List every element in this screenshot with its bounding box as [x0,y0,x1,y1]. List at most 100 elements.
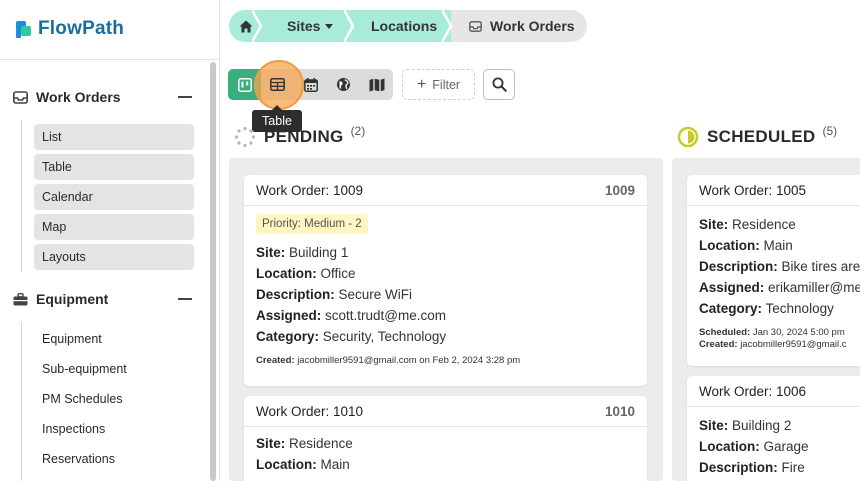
field-value: Main [320,457,350,472]
card-category: Category: Security, Technology [256,326,635,347]
sidebar-item-calendar[interactable]: Calendar [34,184,194,210]
sidebar-item-equipment[interactable]: Equipment [34,326,194,352]
collapse-icon[interactable] [178,96,192,98]
pending-spinner-icon [234,126,256,148]
breadcrumb-locations[interactable]: Locations [353,10,453,42]
column-count: (5) [822,124,838,138]
field-label: Site: [699,217,729,232]
card-site: Site: Building 1 [256,242,635,263]
card-header: Work Order: 1010 1010 [244,396,647,427]
field-label: Assigned: [256,308,322,323]
card-title: Work Order: 1005 [699,182,807,198]
field-value: Building 1 [289,245,349,260]
card-location: Location: Office [256,263,635,284]
field-label: Created: [256,355,295,366]
breadcrumb: Sites Locations Work Orders [229,10,587,42]
card-created: Created: jacobmiller9591@gmail.c [699,339,848,351]
field-value: Technology [765,301,834,316]
field-value: Security, Technology [322,329,447,344]
view-globe-button[interactable] [327,69,360,100]
table-icon[interactable] [270,78,285,91]
card-body: Site: Building 2 Location: Garage Descri… [687,407,860,478]
column-title: PENDING [264,127,344,146]
toolbox-icon [12,291,28,307]
breadcrumb-current-label: Work Orders [490,18,575,34]
sidebar-item-pm-schedules[interactable]: PM Schedules [34,386,194,412]
card-location: Location: Main [256,454,635,475]
card-category: Category: Technology [699,298,848,319]
sidebar-divider [0,59,220,60]
flowpath-logo-icon [16,20,33,38]
collapse-icon[interactable] [178,298,192,300]
sidebar-item-reservations[interactable]: Reservations [34,446,194,472]
sidebar-scrollbar[interactable] [210,62,216,481]
sidebar-item-inspections[interactable]: Inspections [34,416,194,442]
card-description: Description: Bike tires are [699,256,860,277]
work-order-card[interactable]: Work Order: 1006 Site: Building 2 Locati… [687,376,860,481]
section-guide-line [21,120,22,272]
calendar-icon [303,77,318,92]
card-assigned: Assigned: scott.trudt@me.com [256,305,635,326]
field-value: Main [763,238,793,253]
caret-down-icon [325,23,334,29]
field-label: Description: [699,460,778,475]
card-scheduled: Scheduled: Jan 30, 2024 5:00 pm [699,327,848,339]
view-map-button[interactable] [360,69,393,100]
section-guide-line [21,322,22,481]
sidebar-item-layouts[interactable]: Layouts [34,244,194,270]
field-value: Secure WiFi [338,287,413,302]
sidebar-item-table[interactable]: Table [34,154,194,180]
card-number: 1010 [604,403,635,419]
globe-icon [337,78,350,91]
card-header: Work Order: 1006 [687,376,860,407]
card-site: Site: Residence [699,214,848,235]
plus-icon: + [416,75,427,93]
breadcrumb-home[interactable] [229,10,263,42]
field-value: Garage [763,439,809,454]
field-value: Office [320,266,356,281]
scheduled-clock-icon [677,126,699,148]
field-label: Site: [699,418,729,433]
card-title: Work Order: 1010 [256,403,364,419]
field-label: Created: [699,339,738,350]
scrollbar-thumb[interactable] [210,62,216,481]
field-value: Residence [732,217,796,232]
card-body: Site: Residence Location: Main [244,427,647,475]
field-label: Category: [256,329,320,344]
app-logo[interactable]: FlowPath [16,17,124,41]
sidebar-section-label: Work Orders [36,89,121,105]
sidebar-item-sub-equipment[interactable]: Sub-equipment [34,356,194,382]
breadcrumb-current: Work Orders [451,10,587,42]
field-label: Category: [699,301,763,316]
work-order-card[interactable]: Work Order: 1009 1009 Priority: Medium -… [244,175,647,386]
field-value: jacobmiller9591@gmail.com on Feb 2, 2024… [297,355,521,366]
card-description: Description: Secure WiFi [256,284,635,305]
card-site: Site: Building 2 [699,415,848,436]
breadcrumb-locations-label: Locations [371,18,438,34]
search-button[interactable] [483,69,515,100]
field-value: erikamiller@me [768,280,860,295]
card-location: Location: Main [699,235,848,256]
search-icon [492,77,507,92]
card-title: Work Order: 1009 [256,182,364,198]
add-filter-button[interactable]: + Filter [402,69,475,100]
sidebar-item-list[interactable]: List [34,124,194,150]
sidebar-item-map[interactable]: Map [34,214,194,240]
column-count: (2) [350,124,366,138]
breadcrumb-sites-label: Sites [287,18,321,34]
sidebar-section-work-orders[interactable]: Work Orders [12,86,192,108]
sidebar-section-equipment[interactable]: Equipment [12,288,192,310]
field-value: Residence [289,436,353,451]
card-number: 1009 [604,182,635,198]
field-label: Location: [699,238,760,253]
work-order-card[interactable]: Work Order: 1005 Site: Residence Locatio… [687,175,860,366]
work-order-card[interactable]: Work Order: 1010 1010 Site: Residence Lo… [244,396,647,481]
breadcrumb-sites[interactable]: Sites [261,10,355,42]
card-description: Description: Fire [699,457,848,478]
column-header-pending: PENDING (2) [234,124,365,150]
field-value: Fire [781,460,805,475]
field-label: Location: [256,457,317,472]
map-icon [369,78,384,91]
card-body: Site: Residence Location: Main Descripti… [687,206,860,351]
field-label: Site: [256,436,286,451]
